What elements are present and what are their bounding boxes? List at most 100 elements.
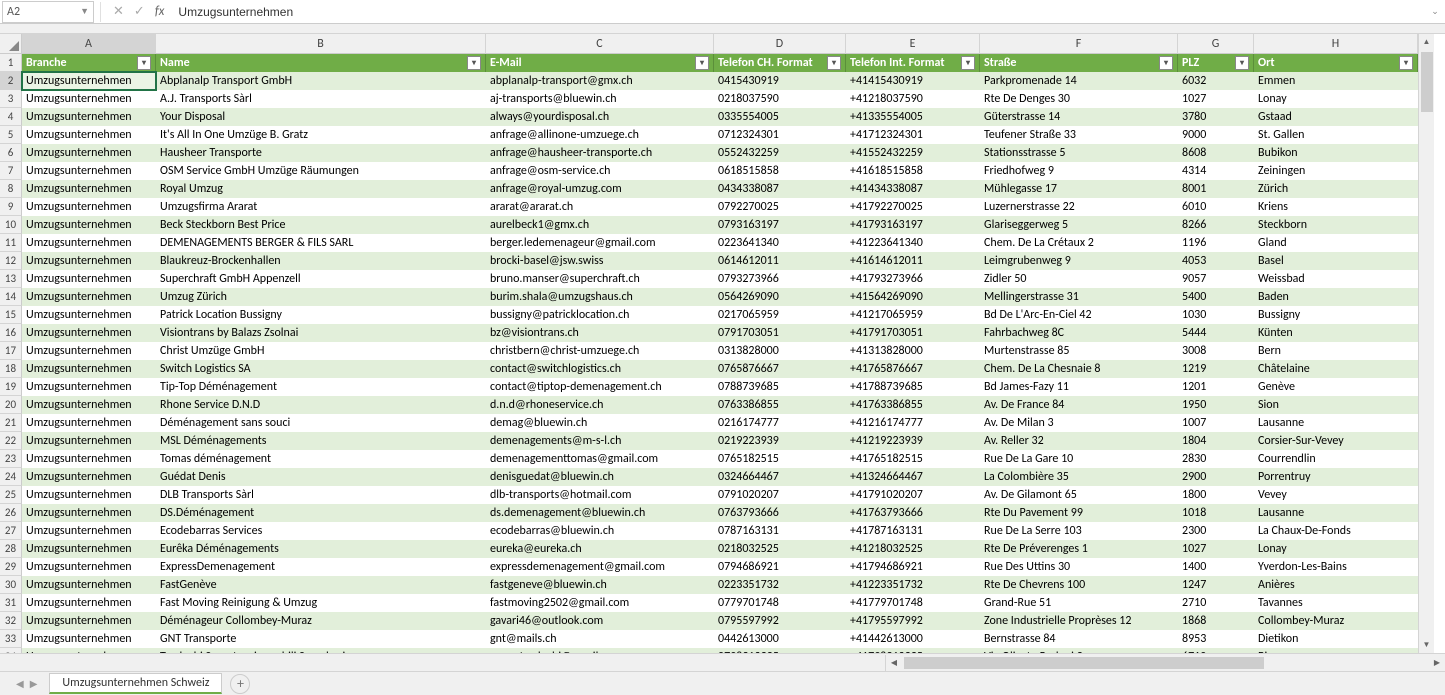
row-header[interactable]: 21 <box>0 414 22 432</box>
cell[interactable]: Visiontrans by Balazs Zsolnai <box>156 324 486 342</box>
cell[interactable]: Steckborn <box>1254 216 1418 234</box>
row-header[interactable]: 6 <box>0 144 22 162</box>
cell[interactable]: Umzugsunternehmen <box>22 558 156 576</box>
cell[interactable]: dlb-transports@hotmail.com <box>486 486 714 504</box>
cell[interactable]: 1007 <box>1178 414 1254 432</box>
row-header[interactable]: 20 <box>0 396 22 414</box>
cell[interactable]: Kriens <box>1254 198 1418 216</box>
cell[interactable]: FastGenève <box>156 576 486 594</box>
cell[interactable]: Murtenstrasse 85 <box>980 342 1178 360</box>
cell[interactable]: A.J. Transports Sàrl <box>156 90 486 108</box>
cell[interactable]: Teufener Straße 33 <box>980 126 1178 144</box>
cell[interactable]: Tip-Top Déménagement <box>156 378 486 396</box>
cell[interactable]: anfrage@osm-service.ch <box>486 162 714 180</box>
cell[interactable]: 0217065959 <box>714 306 846 324</box>
cell[interactable]: Rte De Chevrens 100 <box>980 576 1178 594</box>
cell[interactable]: OSM Service GmbH Umzüge Räumungen <box>156 162 486 180</box>
cell[interactable]: +41791703051 <box>846 324 980 342</box>
cell[interactable]: +41442613000 <box>846 630 980 648</box>
cell[interactable]: 9057 <box>1178 270 1254 288</box>
cell[interactable]: bruno.manser@superchraft.ch <box>486 270 714 288</box>
cell[interactable]: +41791020207 <box>846 486 980 504</box>
cell[interactable]: 0765182515 <box>714 450 846 468</box>
cell[interactable]: 3008 <box>1178 342 1254 360</box>
cell[interactable]: Your Disposal <box>156 108 486 126</box>
cell[interactable]: Mühlegasse 17 <box>980 180 1178 198</box>
cell[interactable]: denisguedat@bluewin.ch <box>486 468 714 486</box>
row-header[interactable]: 10 <box>0 216 22 234</box>
filter-dropdown-icon[interactable]: ▾ <box>1235 56 1249 70</box>
row-header[interactable]: 12 <box>0 252 22 270</box>
cell[interactable]: +41795597992 <box>846 612 980 630</box>
cell[interactable]: ExpressDemenagement <box>156 558 486 576</box>
cell[interactable]: 0218037590 <box>714 90 846 108</box>
row-header[interactable]: 27 <box>0 522 22 540</box>
cell[interactable]: Umzugsunternehmen <box>22 576 156 594</box>
cell[interactable]: Fahrbachweg 8C <box>980 324 1178 342</box>
column-header-A[interactable]: A <box>22 34 156 54</box>
column-header-E[interactable]: E <box>846 34 980 54</box>
cell[interactable]: eureka@eureka.ch <box>486 540 714 558</box>
column-header-D[interactable]: D <box>714 34 846 54</box>
cell[interactable]: bz@visiontrans.ch <box>486 324 714 342</box>
cell[interactable]: ararat@ararat.ch <box>486 198 714 216</box>
cell[interactable]: Guédat Denis <box>156 468 486 486</box>
cell[interactable]: +41217065959 <box>846 306 980 324</box>
tab-nav-prev-icon[interactable]: ◀ <box>16 677 24 690</box>
cell[interactable]: Superchraft GmbH Appenzell <box>156 270 486 288</box>
cell[interactable]: Umzugsunternehmen <box>22 360 156 378</box>
cell[interactable]: Umzugsunternehmen <box>22 414 156 432</box>
row-header[interactable]: 13 <box>0 270 22 288</box>
cell[interactable]: +41765182515 <box>846 450 980 468</box>
cell[interactable]: Umzugsunternehmen <box>22 486 156 504</box>
cell[interactable]: Gstaad <box>1254 108 1418 126</box>
cell[interactable]: Umzugsunternehmen <box>22 216 156 234</box>
cell[interactable]: Lonay <box>1254 540 1418 558</box>
cell[interactable]: Güterstrasse 14 <box>980 108 1178 126</box>
cell[interactable]: 4053 <box>1178 252 1254 270</box>
cell[interactable]: Anières <box>1254 576 1418 594</box>
name-box[interactable]: A2 ▼ <box>2 1 94 23</box>
row-header[interactable]: 8 <box>0 180 22 198</box>
cell[interactable]: +41216174777 <box>846 414 980 432</box>
cell[interactable]: DS.Déménagement <box>156 504 486 522</box>
cell[interactable]: Umzugsunternehmen <box>22 378 156 396</box>
row-header[interactable]: 28 <box>0 540 22 558</box>
cell[interactable]: Umzugsunternehmen <box>22 540 156 558</box>
cell[interactable]: +41618515858 <box>846 162 980 180</box>
cell[interactable]: Umzugsunternehmen <box>22 306 156 324</box>
filter-dropdown-icon[interactable]: ▾ <box>137 56 151 70</box>
cell[interactable]: always@yourdisposal.ch <box>486 108 714 126</box>
cell[interactable]: +41798312335 <box>846 648 980 653</box>
cell[interactable]: Switch Logistics SA <box>156 360 486 378</box>
filter-dropdown-icon[interactable]: ▾ <box>467 56 481 70</box>
row-header[interactable]: 34 <box>0 648 22 653</box>
cell[interactable]: 5444 <box>1178 324 1254 342</box>
cell[interactable]: Umzugsunternehmen <box>22 522 156 540</box>
cell[interactable]: bussigny@patricklocation.ch <box>486 306 714 324</box>
cell[interactable]: ds.demenagement@bluewin.ch <box>486 504 714 522</box>
column-header-F[interactable]: F <box>980 34 1178 54</box>
cell[interactable]: Künten <box>1254 324 1418 342</box>
cell[interactable]: Baden <box>1254 288 1418 306</box>
cell[interactable]: Av. De Milan 3 <box>980 414 1178 432</box>
cell[interactable]: 1196 <box>1178 234 1254 252</box>
enter-icon[interactable]: ✓ <box>134 4 145 19</box>
cell[interactable]: +41218032525 <box>846 540 980 558</box>
row-header[interactable]: 15 <box>0 306 22 324</box>
cell[interactable]: 0788739685 <box>714 378 846 396</box>
cell[interactable]: 1027 <box>1178 90 1254 108</box>
cell[interactable]: abplanalp-transport@gmx.ch <box>486 72 714 90</box>
cell[interactable]: 2900 <box>1178 468 1254 486</box>
cell[interactable]: 1018 <box>1178 504 1254 522</box>
name-box-dropdown-icon[interactable]: ▼ <box>80 6 89 17</box>
cell[interactable]: Rte De Denges 30 <box>980 90 1178 108</box>
cell[interactable]: Umzugsunternehmen <box>22 252 156 270</box>
cell[interactable]: Gland <box>1254 234 1418 252</box>
cell[interactable]: Zidler 50 <box>980 270 1178 288</box>
filter-dropdown-icon[interactable]: ▾ <box>1159 56 1173 70</box>
cell[interactable]: 5400 <box>1178 288 1254 306</box>
cell[interactable]: expressdemenagement@gmail.com <box>486 558 714 576</box>
cell[interactable]: anfrage@royal-umzug.com <box>486 180 714 198</box>
cell[interactable]: Lausanne <box>1254 504 1418 522</box>
